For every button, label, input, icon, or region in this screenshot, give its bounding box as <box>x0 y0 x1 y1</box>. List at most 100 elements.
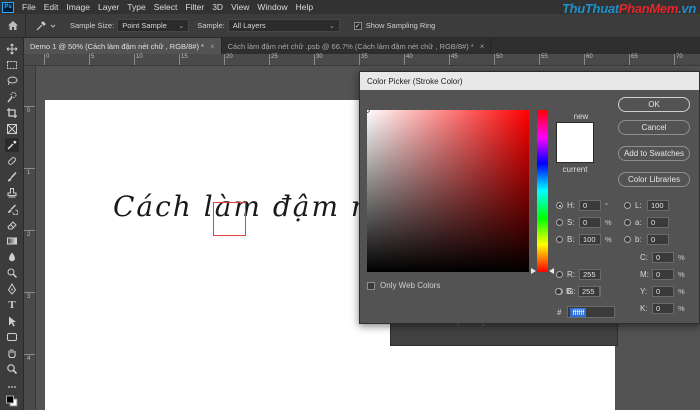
ruler-left-number: 4 <box>27 356 31 362</box>
menu-image[interactable]: Image <box>62 2 94 12</box>
blue-radio[interactable] <box>555 288 562 295</box>
hand-tool-icon[interactable] <box>5 346 19 360</box>
menu-type[interactable]: Type <box>123 2 149 12</box>
hue-input[interactable]: 0 <box>579 200 601 211</box>
ruler-top-number: 60 <box>586 54 593 60</box>
color-picker-dialog: Color Picker (Stroke Color) new current … <box>359 71 700 324</box>
brush-tool-icon[interactable] <box>5 170 19 184</box>
ruler-top-tick <box>674 54 675 65</box>
lightness-field-row: L: 100 <box>624 200 669 211</box>
more-tools-icon[interactable] <box>5 380 19 394</box>
ruler-left-number: 1 <box>27 170 31 176</box>
blur-tool-icon[interactable] <box>5 250 19 264</box>
black-label: K: <box>640 304 648 313</box>
ruler-left-tick <box>24 106 35 107</box>
brightness-field-row: B: 100 % <box>556 234 612 245</box>
magenta-field-row: M: 0 % <box>640 269 685 280</box>
tab-demo-1[interactable]: Demo 1 @ 50% (Cách làm đậm nét chữ , RGB… <box>24 38 222 54</box>
menu-window[interactable]: Window <box>253 2 291 12</box>
move-tool-icon[interactable] <box>5 42 19 56</box>
black-input[interactable]: 0 <box>652 303 674 314</box>
path-selection-tool-icon[interactable] <box>5 314 19 328</box>
hue-slider-left-arrow-icon[interactable] <box>531 268 536 274</box>
sample-size-label: Sample Size: <box>70 21 115 30</box>
horizontal-ruler: 0 5 10 15 20 25 30 35 40 45 50 55 60 65 70 <box>24 54 700 66</box>
hue-slider[interactable] <box>537 110 548 272</box>
lightness-radio[interactable] <box>624 202 631 209</box>
quick-selection-tool-icon[interactable] <box>5 90 19 104</box>
gradient-tool-icon[interactable] <box>5 234 19 248</box>
blue-field-row: B: 255 <box>555 286 600 297</box>
cyan-input[interactable]: 0 <box>652 252 674 263</box>
sample-size-select[interactable]: Point Sample ⌄ <box>117 19 190 32</box>
eyedropper-tool-preset-icon[interactable] <box>30 20 60 32</box>
magenta-input[interactable]: 0 <box>652 269 674 280</box>
eyedropper-tool-icon[interactable] <box>5 138 19 152</box>
ruler-top-number: 65 <box>631 54 638 60</box>
lightness-label: L: <box>635 201 642 210</box>
menu-layer[interactable]: Layer <box>94 2 123 12</box>
hex-input[interactable]: ffffff <box>567 306 616 318</box>
menu-edit[interactable]: Edit <box>40 2 63 12</box>
pen-tool-icon[interactable] <box>5 282 19 296</box>
crop-tool-icon[interactable] <box>5 106 19 120</box>
foreground-background-color-icon[interactable] <box>5 394 19 408</box>
lasso-tool-icon[interactable] <box>5 74 19 88</box>
a-channel-input[interactable]: 0 <box>647 217 669 228</box>
tab-psb-document[interactable]: Cách làm đậm nét chữ .psb @ 66.7% (Cách … <box>222 38 492 54</box>
marquee-tool-icon[interactable] <box>5 58 19 72</box>
rectangle-tool-icon[interactable] <box>5 330 19 344</box>
home-icon[interactable] <box>0 13 26 38</box>
lightness-input[interactable]: 100 <box>647 200 669 211</box>
clone-stamp-tool-icon[interactable] <box>5 186 19 200</box>
frame-tool-icon[interactable] <box>5 122 19 136</box>
ruler-left-tick <box>24 354 35 355</box>
show-sampling-ring-checkbox[interactable]: ✓ <box>353 21 362 30</box>
brightness-radio[interactable] <box>556 236 563 243</box>
dodge-tool-icon[interactable] <box>5 266 19 280</box>
blue-input[interactable]: 255 <box>578 286 600 297</box>
ruler-top-number: 40 <box>406 54 413 60</box>
color-field-marker[interactable] <box>364 107 370 113</box>
saturation-brightness-gradient <box>367 110 529 272</box>
sampling-highlight <box>213 202 246 236</box>
cancel-button[interactable]: Cancel <box>618 120 690 135</box>
color-libraries-button[interactable]: Color Libraries <box>618 172 690 187</box>
history-brush-tool-icon[interactable] <box>5 202 19 216</box>
red-input[interactable]: 255 <box>579 269 601 280</box>
sample-select[interactable]: All Layers ⌄ <box>227 19 340 32</box>
close-icon[interactable]: × <box>480 42 485 51</box>
zoom-tool-icon[interactable] <box>5 362 19 376</box>
saturation-input[interactable]: 0 <box>579 217 601 228</box>
options-bar: Sample Size: Point Sample ⌄ Sample: All … <box>0 13 700 38</box>
yellow-input[interactable]: 0 <box>652 286 674 297</box>
only-web-colors-option[interactable]: Only Web Colors <box>367 281 440 290</box>
type-tool-icon[interactable]: T <box>5 298 19 312</box>
document-tabs: Demo 1 @ 50% (Cách làm đậm nét chữ , RGB… <box>24 38 700 54</box>
menu-help[interactable]: Help <box>292 2 317 12</box>
menu-select[interactable]: Select <box>150 2 182 12</box>
color-field[interactable] <box>364 107 529 272</box>
saturation-unit: % <box>605 218 612 227</box>
healing-brush-tool-icon[interactable] <box>5 154 19 168</box>
brightness-input[interactable]: 100 <box>579 234 601 245</box>
yellow-unit: % <box>678 287 685 296</box>
a-channel-radio[interactable] <box>624 219 631 226</box>
menu-filter[interactable]: Filter <box>181 2 208 12</box>
hue-slider-right-arrow-icon[interactable] <box>549 268 554 274</box>
sample-size-value: Point Sample <box>122 21 167 30</box>
only-web-colors-checkbox[interactable] <box>367 281 375 290</box>
menu-3d[interactable]: 3D <box>208 2 227 12</box>
b-channel-radio[interactable] <box>624 236 631 243</box>
hue-radio[interactable] <box>556 202 563 209</box>
b-channel-input[interactable]: 0 <box>647 234 669 245</box>
ok-button[interactable]: OK <box>618 97 690 112</box>
ruler-top-tick <box>89 54 90 65</box>
saturation-radio[interactable] <box>556 219 563 226</box>
menu-view[interactable]: View <box>227 2 253 12</box>
eraser-tool-icon[interactable] <box>5 218 19 232</box>
add-to-swatches-button[interactable]: Add to Swatches <box>618 146 690 161</box>
menu-file[interactable]: File <box>18 2 40 12</box>
red-radio[interactable] <box>556 271 563 278</box>
close-icon[interactable]: × <box>210 42 215 51</box>
